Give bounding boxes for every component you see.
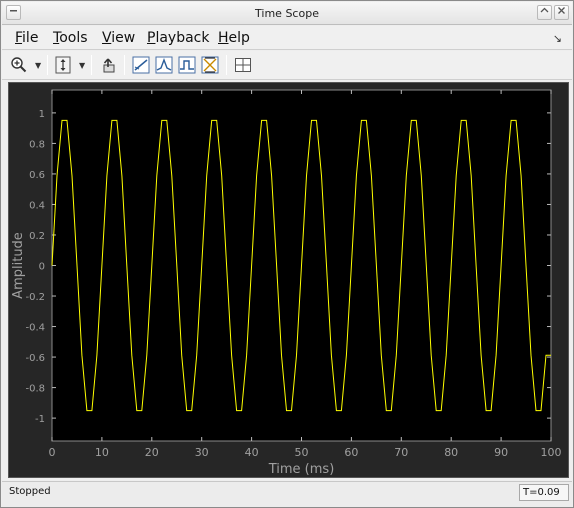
toolbar-separator xyxy=(47,55,48,75)
x-tick-label: 100 xyxy=(541,446,562,459)
bilevel-measurements-icon xyxy=(178,56,196,74)
zoom-in-icon xyxy=(11,57,27,73)
y-tick-label: -0.8 xyxy=(25,384,45,395)
x-tick-label: 0 xyxy=(49,446,56,459)
menu-playback[interactable]: Playback xyxy=(147,30,209,46)
menu-bar: File Tools View Playback Help ↘ xyxy=(2,26,572,50)
status-text: Stopped xyxy=(9,486,51,497)
title-bar[interactable]: Time Scope xyxy=(2,2,572,25)
peak-finder-icon xyxy=(155,56,173,74)
y-tick-label: 0.4 xyxy=(29,200,45,211)
menu-tools[interactable]: Tools xyxy=(53,30,88,46)
x-tick-label: 10 xyxy=(95,446,109,459)
y-axis-label: Amplitude xyxy=(11,232,26,299)
status-bar: Stopped T=0.09 xyxy=(2,481,572,507)
y-tick-label: 0.8 xyxy=(29,139,45,150)
menu-file[interactable]: File xyxy=(15,30,38,46)
toolbar: ▼ ▼ xyxy=(2,51,572,80)
scale-axes-button[interactable] xyxy=(52,54,74,76)
toolbar-separator xyxy=(226,55,227,75)
y-tick-label: -1 xyxy=(35,414,45,425)
x-tick-label: 50 xyxy=(295,446,309,459)
menu-help[interactable]: Help xyxy=(218,30,250,46)
window-menu-button[interactable] xyxy=(6,5,21,20)
close-button[interactable] xyxy=(554,5,569,20)
x-tick-label: 90 xyxy=(494,446,508,459)
x-tick-label: 60 xyxy=(344,446,358,459)
scale-axes-icon xyxy=(55,56,71,74)
close-icon xyxy=(558,7,565,14)
y-tick-label: -0.2 xyxy=(25,292,45,303)
menu-view[interactable]: View xyxy=(102,30,135,46)
maximize-icon xyxy=(540,7,549,13)
time-scope-window: Time Scope File Tools View Playback Help… xyxy=(0,0,574,508)
scale-dropdown-icon[interactable]: ▼ xyxy=(79,61,85,70)
time-readout: T=0.09 xyxy=(519,484,569,501)
cursor-measurements-button[interactable] xyxy=(199,54,221,76)
y-tick-label: -0.4 xyxy=(25,323,45,334)
y-tick-label: 0.6 xyxy=(29,170,45,181)
undock-arrow-icon[interactable]: ↘ xyxy=(553,32,562,45)
cursor-measurements-icon xyxy=(201,56,219,74)
x-tick-label: 40 xyxy=(245,446,259,459)
maximize-button[interactable] xyxy=(537,5,552,20)
y-tick-label: -0.6 xyxy=(25,353,45,364)
peak-finder-button[interactable] xyxy=(153,54,175,76)
time-plot[interactable]: 0 10 20 30 40 50 60 70 80 90 100 1 0.8 0.6 0.4 0.2 0 -0.2… xyxy=(9,83,568,477)
y-tick-label: 1 xyxy=(39,109,45,120)
y-tick-label: 0 xyxy=(39,262,45,273)
x-tick-label: 80 xyxy=(444,446,458,459)
x-tick-label: 70 xyxy=(394,446,408,459)
signal-statistics-icon xyxy=(132,56,150,74)
x-axis-label: Time (ms) xyxy=(268,462,335,477)
bilevel-measurements-button[interactable] xyxy=(176,54,198,76)
signal-statistics-button[interactable] xyxy=(130,54,152,76)
toolbar-separator xyxy=(91,55,92,75)
restore-view-icon xyxy=(103,58,115,73)
y-tick-label: 0.2 xyxy=(29,231,45,242)
window-title: Time Scope xyxy=(255,7,319,20)
zoom-dropdown-icon[interactable]: ▼ xyxy=(35,61,41,70)
x-tick-label: 20 xyxy=(145,446,159,459)
scope-display: 0 10 20 30 40 50 60 70 80 90 100 1 0.8 0.6 0.4 0.2 0 -0.2… xyxy=(8,82,569,478)
window-menu-icon xyxy=(10,10,17,12)
layout-button[interactable] xyxy=(232,54,254,76)
toolbar-separator xyxy=(124,55,125,75)
zoom-in-button[interactable] xyxy=(8,54,30,76)
layout-icon xyxy=(235,58,251,72)
x-tick-label: 30 xyxy=(195,446,209,459)
restore-view-button[interactable] xyxy=(97,54,119,76)
